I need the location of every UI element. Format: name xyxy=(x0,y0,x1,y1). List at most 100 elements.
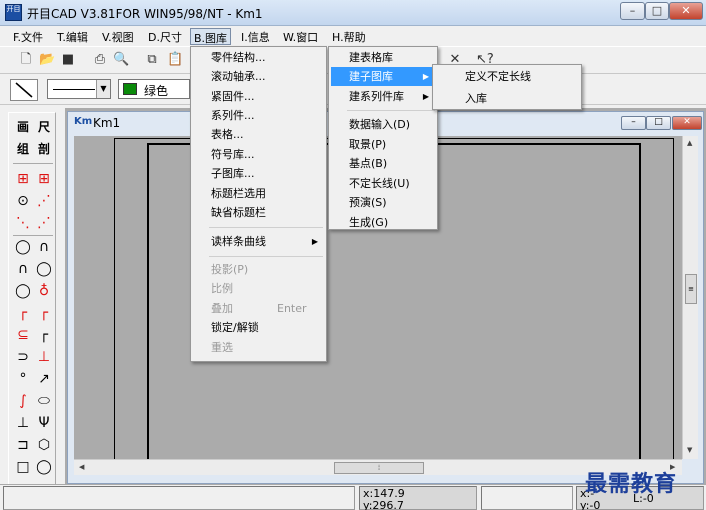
scroll-up-icon[interactable]: ▲ xyxy=(687,139,692,147)
menu-file[interactable]: F.文件 xyxy=(10,28,46,45)
build-library-submenu: 建表格库 建子图库 ▶ 建系列件库 ▶ 数据输入(D) 取景(P) 基点(B) … xyxy=(328,46,438,230)
menu-item-overlay[interactable]: 叠加 Enter xyxy=(193,299,324,318)
line-style-select[interactable]: ▼ xyxy=(47,79,111,99)
circle-icon[interactable]: ◯ xyxy=(13,237,33,257)
menu-item-base-point[interactable]: 基点(B) xyxy=(331,154,435,173)
circle-3p-icon[interactable]: ◯ xyxy=(13,281,33,301)
menu-item-build-subdrawing-lib[interactable]: 建子图库 ▶ xyxy=(331,67,435,86)
vertical-scrollbar[interactable]: ▲ ≡ ▼ xyxy=(682,136,698,459)
oval-icon[interactable]: ⬭ xyxy=(34,391,54,411)
section-mode-button[interactable]: 剖 xyxy=(34,139,54,159)
corner-icon[interactable]: ┌ xyxy=(34,325,54,345)
save-icon[interactable]: ■ xyxy=(60,52,76,68)
menu-item-series[interactable]: 系列件... xyxy=(193,106,324,125)
menu-item-preview[interactable]: 预演(S) xyxy=(331,193,435,212)
print-icon[interactable]: ⎙ xyxy=(92,52,108,68)
menu-item-generate[interactable]: 生成(G) xyxy=(331,213,435,232)
close-button[interactable]: ✕ xyxy=(669,2,703,20)
child-maximize-button[interactable]: □ xyxy=(646,116,671,130)
menu-edit[interactable]: T.编辑 xyxy=(54,28,91,45)
slot-icon[interactable]: ⊆ xyxy=(13,325,33,345)
vertical-scroll-thumb[interactable]: ≡ xyxy=(685,274,697,304)
round-icon[interactable]: ◯ xyxy=(34,457,54,477)
u-shape-icon[interactable]: ⊃ xyxy=(13,347,33,367)
menu-item-reselect[interactable]: 重选 xyxy=(193,338,324,357)
draw-mode-button[interactable]: 画 xyxy=(13,117,33,137)
menu-item-default-titleblock[interactable]: 缺省标题栏 xyxy=(193,203,324,222)
symbol-icon[interactable]: ⊥ xyxy=(13,413,33,433)
menu-item-symbols[interactable]: 符号库... xyxy=(193,145,324,164)
arc-icon[interactable]: ∩ xyxy=(34,237,54,257)
menu-item-projection[interactable]: 投影(P) xyxy=(193,260,324,279)
maximize-button[interactable]: □ xyxy=(645,2,669,20)
center-point-icon[interactable]: ⊙ xyxy=(13,191,33,211)
menu-item-variable-line[interactable]: 不定长线(U) xyxy=(331,174,435,193)
menu-library[interactable]: B.图库 xyxy=(190,28,232,45)
point-icon[interactable]: ⋰ xyxy=(34,191,54,211)
menu-item-read-spline[interactable]: 读样条曲线 ▶ xyxy=(193,232,324,251)
menu-item-data-input[interactable]: 数据输入(D) xyxy=(331,115,435,134)
fillet-circle-icon[interactable]: ♁ xyxy=(34,281,54,301)
menu-view[interactable]: V.视图 xyxy=(99,28,137,45)
submenu-arrow-icon: ▶ xyxy=(311,237,318,246)
copy-icon[interactable]: ⧉ xyxy=(144,52,160,68)
menu-dimension[interactable]: D.尺寸 xyxy=(145,28,185,45)
open-icon[interactable]: 📂 xyxy=(39,52,55,68)
menu-item-define-variable-line[interactable]: 定义不定长线 xyxy=(435,67,579,86)
endpoint-icon[interactable]: ⋱ xyxy=(13,213,33,233)
menu-item-build-series-lib[interactable]: 建系列件库 ▶ xyxy=(331,87,435,106)
midpoint-icon[interactable]: ⋰ xyxy=(34,213,54,233)
scroll-left-icon[interactable]: ◀ xyxy=(79,463,84,471)
menu-item-store[interactable]: 入库 xyxy=(435,89,579,108)
menu-help[interactable]: H.帮助 xyxy=(329,28,369,45)
horizontal-scroll-thumb[interactable]: ⦙ xyxy=(334,462,424,474)
palette-divider xyxy=(13,163,53,164)
chamfer-icon[interactable]: ┌ xyxy=(34,303,54,323)
v-symbol-icon[interactable]: Ψ xyxy=(34,413,54,433)
new-icon[interactable]: 🗋 xyxy=(18,52,34,68)
menu-item-bearings[interactable]: 滚动轴承... xyxy=(193,67,324,86)
color-select[interactable]: 绿色 xyxy=(118,79,190,99)
menu-separator xyxy=(347,110,435,111)
dimension-mode-button[interactable]: 尺 xyxy=(34,117,54,137)
menu-item-subdrawing[interactable]: 子图库... xyxy=(193,164,324,183)
rectangle-icon[interactable]: □ xyxy=(13,457,33,477)
menu-info[interactable]: I.信息 xyxy=(238,28,273,45)
arc-open-icon[interactable]: ∩ xyxy=(13,259,33,279)
child-minimize-button[interactable]: – xyxy=(621,116,646,130)
spline-icon[interactable]: ∫ xyxy=(13,391,33,411)
grid-snap-alt-icon[interactable]: ⊞ xyxy=(34,169,54,189)
library-menu: 零件结构... 滚动轴承... 紧固件... 系列件... 表格... 符号库.… xyxy=(190,46,327,362)
menu-window[interactable]: W.窗口 xyxy=(280,28,321,45)
bracket-icon[interactable]: ⊥ xyxy=(34,347,54,367)
fillet-icon[interactable]: ┌ xyxy=(13,303,33,323)
menu-item-scale[interactable]: 比例 xyxy=(193,279,324,298)
menu-item-fasteners[interactable]: 紧固件... xyxy=(193,87,324,106)
rel-y: y:-0 xyxy=(580,499,601,510)
keyway-icon[interactable]: ⊐ xyxy=(13,435,33,455)
status-message-panel xyxy=(3,486,355,510)
minimize-button[interactable]: – xyxy=(620,2,645,20)
grid-snap-icon[interactable]: ⊞ xyxy=(13,169,33,189)
menu-item-viewfinder[interactable]: 取景(P) xyxy=(331,135,435,154)
print-preview-icon[interactable]: 🔍 xyxy=(113,52,129,68)
line-tool-icon[interactable] xyxy=(10,79,38,101)
chevron-down-icon[interactable]: ▼ xyxy=(96,80,110,98)
arc-tool-icon[interactable]: ↗ xyxy=(34,369,54,389)
menu-separator xyxy=(209,227,323,228)
paste-icon[interactable]: 📋 xyxy=(167,52,183,68)
menu-item-build-table-lib[interactable]: 建表格库 xyxy=(331,48,435,67)
hexagon-icon[interactable]: ⬡ xyxy=(34,435,54,455)
menu-item-tables[interactable]: 表格... xyxy=(193,125,324,144)
scroll-down-icon[interactable]: ▼ xyxy=(687,446,692,454)
drawing-palette: 画 尺 组 剖 ⊞ ⊞ ⊙ ⋰ ⋱ ⋰ ◯ ∩ ∩ ◯ ◯ ♁ ┌ ┌ ⊆ ┌ … xyxy=(8,112,56,487)
circle-tangent-icon[interactable]: ◯ xyxy=(34,259,54,279)
menu-item-titleblock-select[interactable]: 标题栏选用 xyxy=(193,184,324,203)
watermark-logo: 最需教育 xyxy=(585,471,678,497)
group-mode-button[interactable]: 组 xyxy=(13,139,33,159)
child-close-button[interactable]: ✕ xyxy=(672,116,702,130)
menu-item-parts[interactable]: 零件结构... xyxy=(193,48,324,67)
status-blank-panel xyxy=(481,486,573,510)
menu-item-lock[interactable]: 锁定/解锁 xyxy=(193,318,324,337)
ellipse-icon[interactable]: ° xyxy=(13,369,33,389)
